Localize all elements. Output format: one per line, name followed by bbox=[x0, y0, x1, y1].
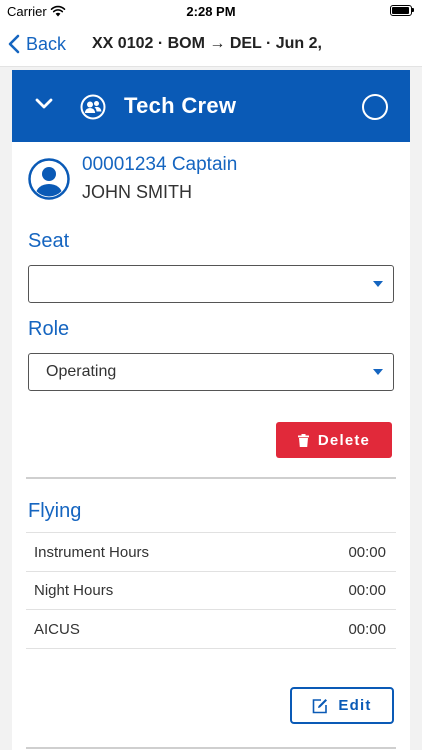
navigation-bar: Back XX 0102 · BOM → DEL · Jun 2, bbox=[0, 22, 422, 67]
role-select[interactable]: Operating bbox=[28, 353, 394, 391]
stat-value: 00:00 bbox=[348, 543, 386, 561]
crew-name: JOHN SMITH bbox=[82, 182, 192, 202]
chevron-left-icon bbox=[8, 34, 20, 54]
status-time: 2:28 PM bbox=[186, 4, 236, 19]
stat-label: AICUS bbox=[34, 620, 80, 638]
stat-label: Night Hours bbox=[34, 581, 114, 599]
tech-crew-card: Tech Crew 00001234 Captain JOHN SMITH Se… bbox=[12, 70, 410, 750]
battery-icon bbox=[390, 5, 414, 16]
caret-down-icon bbox=[373, 369, 383, 375]
person-avatar-icon bbox=[28, 158, 70, 200]
stat-value: 00:00 bbox=[348, 620, 386, 638]
table-row: Night Hours 00:00 bbox=[26, 571, 396, 610]
screen: Carrier 2:28 PM Back XX 0102 · BOM → DEL… bbox=[0, 0, 422, 750]
nav-title: XX 0102 · BOM → DEL · Jun 2, bbox=[92, 35, 322, 52]
table-row: Instrument Hours 00:00 bbox=[26, 532, 396, 572]
role-label: Role bbox=[28, 318, 70, 340]
card-title: Tech Crew bbox=[124, 93, 237, 118]
edit-label: Edit bbox=[338, 697, 372, 714]
table-row: AICUS 00:00 bbox=[26, 610, 396, 649]
seat-select[interactable] bbox=[28, 265, 394, 303]
flying-section-title: Flying bbox=[28, 500, 82, 522]
card-header[interactable]: Tech Crew bbox=[12, 70, 410, 142]
edit-icon bbox=[313, 698, 328, 713]
delete-label: Delete bbox=[317, 431, 371, 449]
select-radio[interactable] bbox=[362, 94, 388, 120]
stat-label: Instrument Hours bbox=[34, 543, 150, 561]
crew-id-rank[interactable]: 00001234 Captain bbox=[82, 154, 237, 176]
stat-value: 00:00 bbox=[348, 581, 386, 599]
status-bar: Carrier 2:28 PM bbox=[0, 0, 422, 22]
back-label: Back bbox=[26, 33, 67, 54]
trash-icon bbox=[297, 433, 309, 447]
chevron-down-icon[interactable] bbox=[34, 97, 54, 111]
edit-button[interactable]: Edit bbox=[290, 687, 394, 724]
seat-label: Seat bbox=[28, 230, 70, 252]
section-divider bbox=[26, 477, 396, 479]
caret-down-icon bbox=[373, 281, 383, 287]
crew-group-icon bbox=[80, 94, 106, 120]
section-divider bbox=[26, 747, 396, 749]
back-button[interactable]: Back bbox=[8, 22, 66, 66]
delete-button[interactable]: Delete bbox=[276, 422, 392, 458]
role-select-value: Operating bbox=[46, 363, 117, 380]
